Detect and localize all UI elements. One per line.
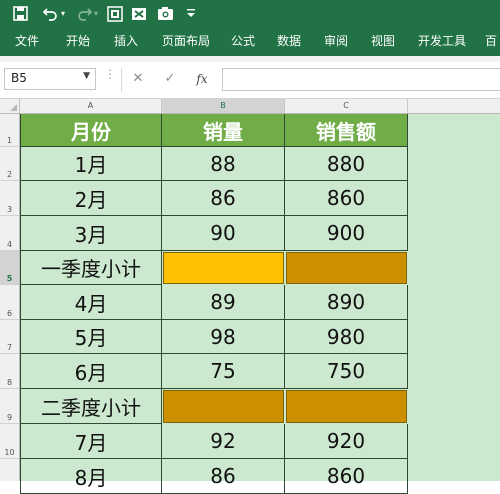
tab-file[interactable]: 文件 xyxy=(15,28,39,56)
table-cell[interactable]: 920 xyxy=(285,424,408,459)
row-number: 10 xyxy=(4,448,15,457)
tab-home[interactable]: 开始 xyxy=(66,28,90,56)
table-cell[interactable]: 890 xyxy=(285,285,408,320)
resize-handle-icon[interactable]: ⋮ xyxy=(104,68,116,80)
header-cell-month[interactable]: 月份 xyxy=(20,114,162,147)
table-cell[interactable]: 4月 xyxy=(20,285,162,320)
tab-formulas[interactable]: 公式 xyxy=(231,28,255,56)
undo-dropdown-icon[interactable]: ▾ xyxy=(58,4,68,24)
header-cell-sales-volume[interactable]: 销量 xyxy=(162,114,285,147)
table-cell[interactable]: 3月 xyxy=(20,216,162,251)
tab-data[interactable]: 数据 xyxy=(277,28,301,56)
subtotal-volume-cell[interactable] xyxy=(163,390,284,423)
save-icon[interactable] xyxy=(10,4,30,24)
tab-review[interactable]: 审阅 xyxy=(324,28,348,56)
screenshot-tool-icon[interactable] xyxy=(105,4,125,24)
column-header-a[interactable]: A xyxy=(20,99,162,113)
row-number: 6 xyxy=(6,309,13,318)
ribbon-tab-bar: 文件 开始 插入 页面布局 公式 数据 审阅 视图 开发工具 百 xyxy=(0,28,500,56)
table-cell[interactable]: 980 xyxy=(285,320,408,354)
table-cell[interactable]: 1月 xyxy=(20,147,162,181)
table-cell[interactable]: 860 xyxy=(285,181,408,216)
row-header-1[interactable]: 1 xyxy=(0,114,19,147)
delete-image-icon[interactable] xyxy=(129,4,149,24)
subtotal-amount-cell[interactable] xyxy=(286,252,407,284)
tab-insert[interactable]: 插入 xyxy=(114,28,138,56)
row-header-9[interactable]: 9 xyxy=(0,389,19,424)
table-cell[interactable]: 5月 xyxy=(20,320,162,354)
table-cell[interactable]: 88 xyxy=(162,147,285,181)
row-number: 7 xyxy=(6,343,13,352)
formula-bar-divider xyxy=(121,68,122,92)
row-number: 9 xyxy=(6,413,13,422)
row-header-2[interactable]: 2 xyxy=(0,147,19,181)
table-cell[interactable]: 7月 xyxy=(20,424,162,459)
column-header-c[interactable]: C xyxy=(285,99,408,113)
table-cell[interactable]: 900 xyxy=(285,216,408,251)
tab-developer[interactable]: 开发工具 xyxy=(418,28,466,56)
row-header-4[interactable]: 4 xyxy=(0,216,19,251)
table-cell[interactable]: 750 xyxy=(285,354,408,389)
redo-dropdown-icon[interactable]: ▾ xyxy=(91,4,101,24)
table-cell[interactable]: 880 xyxy=(285,147,408,181)
camera-icon[interactable] xyxy=(155,4,175,24)
row-header-3[interactable]: 3 xyxy=(0,181,19,216)
table-cell[interactable]: 86 xyxy=(162,181,285,216)
table-cell[interactable]: 89 xyxy=(162,285,285,320)
check-icon[interactable]: ✓ xyxy=(161,70,179,88)
table-cell[interactable]: 6月 xyxy=(20,354,162,389)
formula-bar: B5 ▼ ⋮ ✕ ✓ fx xyxy=(0,62,500,99)
row-number: 3 xyxy=(6,205,13,214)
row-number: 4 xyxy=(6,240,13,249)
cancel-icon[interactable]: ✕ xyxy=(129,70,147,88)
name-box-value: B5 xyxy=(11,71,27,85)
row-number: 5 xyxy=(6,274,13,283)
subtotal-label-cell[interactable]: 二季度小计 xyxy=(20,389,162,424)
name-box-dropdown-icon[interactable]: ▼ xyxy=(83,71,90,81)
table-cell[interactable]: 92 xyxy=(162,424,285,459)
select-all-button[interactable] xyxy=(0,99,20,113)
table-cell[interactable]: 8月 xyxy=(20,459,162,494)
row-header-7[interactable]: 7 xyxy=(0,320,19,354)
table-cell[interactable]: 86 xyxy=(162,459,285,494)
name-box[interactable]: B5 ▼ xyxy=(4,68,96,90)
row-header-6[interactable]: 6 xyxy=(0,285,19,320)
row-header-8[interactable]: 8 xyxy=(0,354,19,389)
worksheet-grid[interactable]: 月份 销量 销售额 1月 88 880 2月 86 860 3月 90 900 … xyxy=(20,114,500,494)
row-number: 2 xyxy=(6,170,13,179)
tab-page-layout[interactable]: 页面布局 xyxy=(162,28,210,56)
table-cell[interactable]: 98 xyxy=(162,320,285,354)
row-header-5[interactable]: 5 xyxy=(0,251,19,285)
column-header-bar: A B C xyxy=(0,99,500,114)
row-header-bar: 1 2 3 4 5 6 7 8 9 10 xyxy=(0,114,20,481)
subtotal-amount-cell[interactable] xyxy=(286,390,407,423)
quick-access-toolbar: ▾ ▾ xyxy=(0,0,500,28)
table-cell[interactable]: 75 xyxy=(162,354,285,389)
table-cell[interactable]: 860 xyxy=(285,459,408,494)
column-header-b[interactable]: B xyxy=(162,99,285,113)
tab-truncated[interactable]: 百 xyxy=(485,28,497,56)
insert-function-button[interactable]: fx xyxy=(193,70,211,88)
header-cell-sales-amount[interactable]: 销售额 xyxy=(285,114,408,147)
customize-qat-icon[interactable] xyxy=(181,4,201,24)
row-number: 1 xyxy=(6,136,13,145)
formula-input[interactable] xyxy=(222,68,500,91)
tab-view[interactable]: 视图 xyxy=(371,28,395,56)
table-cell[interactable]: 2月 xyxy=(20,181,162,216)
subtotal-label-cell[interactable]: 一季度小计 xyxy=(20,251,162,285)
row-number: 8 xyxy=(6,378,13,387)
row-header-10[interactable]: 10 xyxy=(0,424,19,459)
table-cell[interactable]: 90 xyxy=(162,216,285,251)
undo-icon[interactable] xyxy=(40,4,60,24)
selected-cell-b5[interactable] xyxy=(163,252,284,284)
